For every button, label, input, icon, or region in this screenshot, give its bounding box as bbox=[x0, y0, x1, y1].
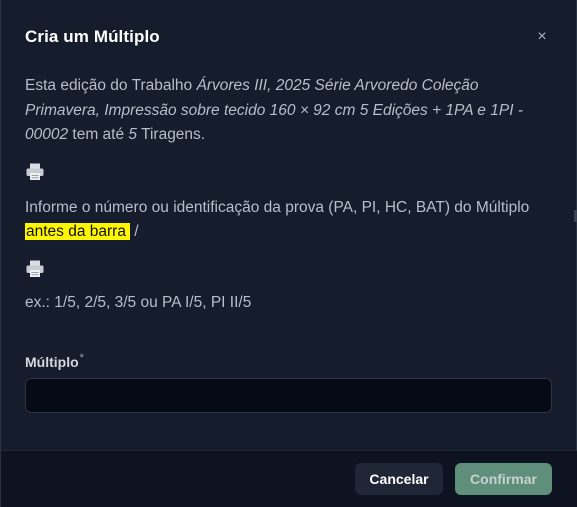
dialog-body: Esta edição do Trabalho Árvores III, 202… bbox=[25, 74, 555, 315]
instruction-text: Informe o número ou identificação da pro… bbox=[25, 196, 555, 245]
print-count: 5 bbox=[128, 126, 138, 143]
description-suffix: Tiragens. bbox=[137, 126, 206, 143]
close-icon[interactable]: × bbox=[532, 27, 552, 47]
confirm-button[interactable]: Confirmar bbox=[455, 463, 552, 495]
example-text: ex.: 1/5, 2/5, 3/5 ou PA I/5, PI II/5 bbox=[25, 293, 252, 311]
required-asterisk: * bbox=[79, 352, 84, 364]
printer-icon bbox=[26, 260, 44, 277]
instruction-after: / bbox=[129, 223, 139, 240]
description-middle: tem até bbox=[68, 126, 129, 143]
description-prefix: Esta edição do Trabalho bbox=[25, 77, 197, 94]
edition-description: Esta edição do Trabalho Árvores III, 202… bbox=[25, 74, 555, 148]
printer-icon bbox=[26, 163, 44, 180]
multiple-field-label: Múltiplo* bbox=[25, 352, 84, 370]
instruction-before: Informe o número ou identificação da pro… bbox=[25, 198, 530, 216]
multiple-label-text: Múltiplo bbox=[25, 354, 79, 370]
multiple-input[interactable] bbox=[25, 378, 552, 413]
dialog-title: Cria um Múltiplo bbox=[25, 27, 160, 46]
cancel-button[interactable]: Cancelar bbox=[355, 463, 443, 495]
create-multiple-dialog: Cria um Múltiplo × Esta edição do Trabal… bbox=[0, 0, 577, 507]
highlighted-text: antes da barra bbox=[25, 223, 130, 240]
dialog-header: Cria um Múltiplo × bbox=[1, 0, 577, 68]
